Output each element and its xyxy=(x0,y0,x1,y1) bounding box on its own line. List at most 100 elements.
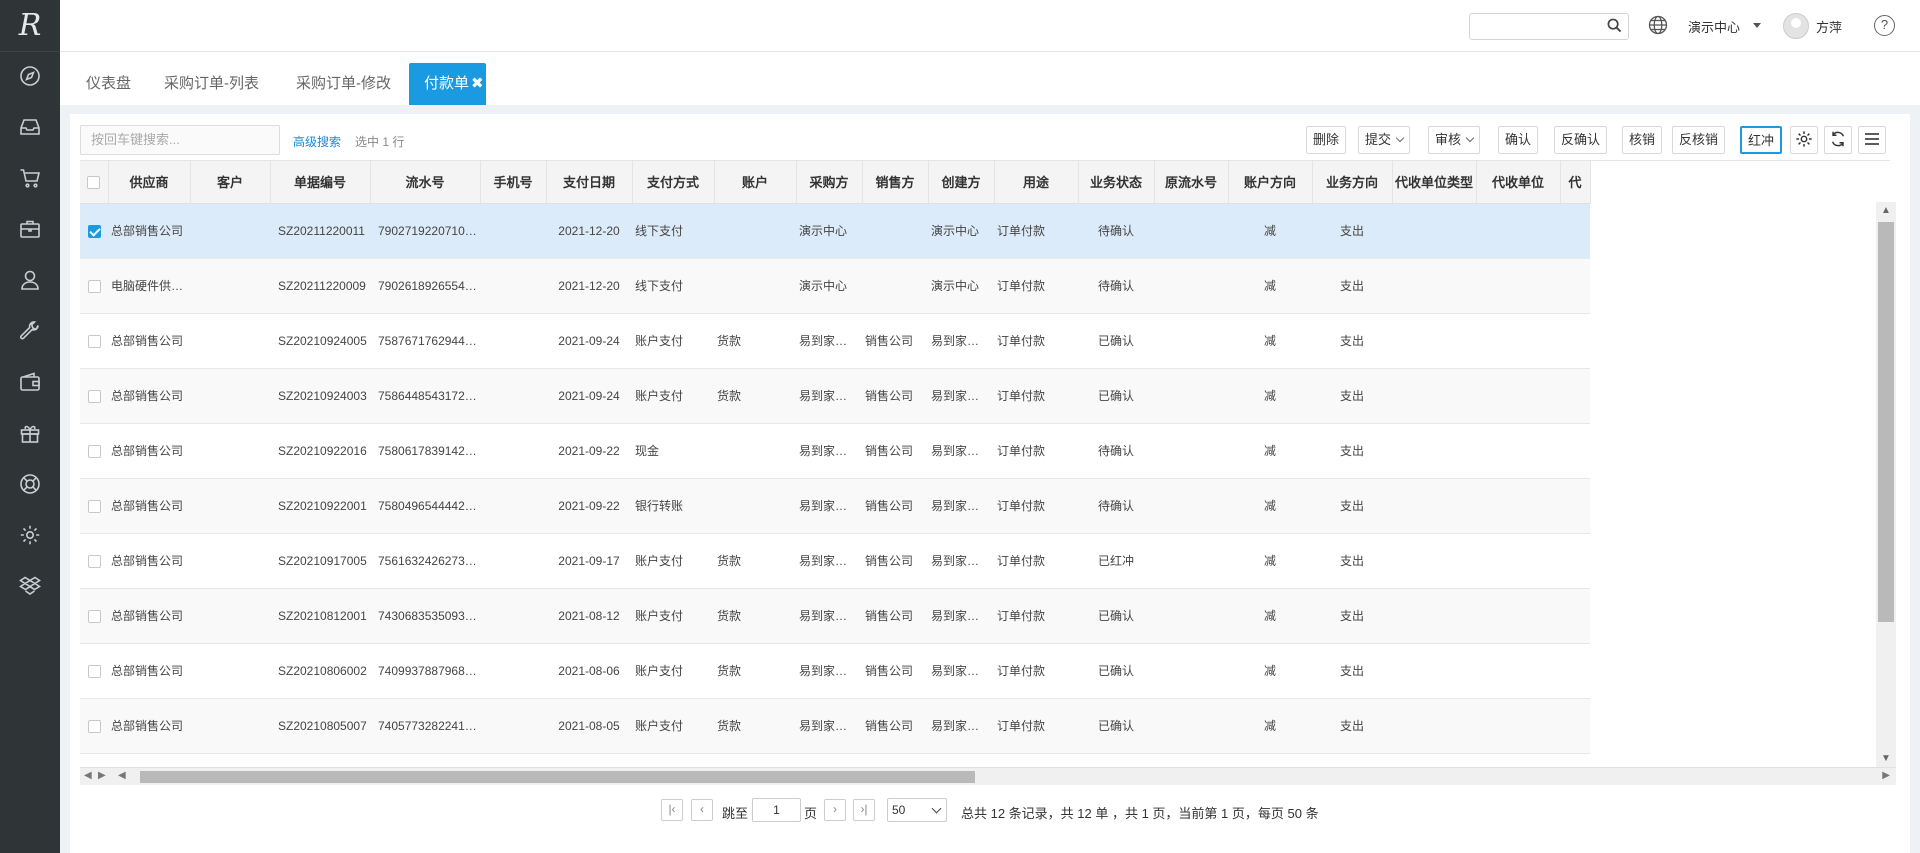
scroll-left-icon[interactable]: ◀ xyxy=(118,770,126,781)
tab-purchase-order-edit[interactable]: 采购订单-修改 xyxy=(284,63,403,105)
first-page-button[interactable]: |‹ xyxy=(661,799,683,821)
row-checkbox-cell[interactable] xyxy=(80,533,108,589)
help-icon[interactable]: ? xyxy=(1874,15,1895,36)
next-page-button[interactable]: › xyxy=(824,799,846,821)
row-checkbox-cell[interactable] xyxy=(80,423,108,479)
column-header[interactable]: 客户 xyxy=(190,161,271,204)
column-header[interactable]: 业务状态 xyxy=(1078,161,1155,204)
column-header[interactable]: 采购方 xyxy=(796,161,863,204)
row-checkbox-cell[interactable] xyxy=(80,313,108,369)
org-switcher[interactable]: 演示中心 xyxy=(1688,17,1740,36)
sidebar-item-gift[interactable] xyxy=(0,409,60,460)
last-page-button[interactable]: ›| xyxy=(853,799,875,821)
refresh-button[interactable] xyxy=(1824,126,1852,154)
vertical-scrollbar[interactable]: ▲ ▼ xyxy=(1876,202,1896,767)
column-header[interactable]: 流水号 xyxy=(370,161,481,204)
column-header[interactable]: 供应商 xyxy=(108,161,191,204)
row-checkbox[interactable] xyxy=(87,224,101,238)
sidebar-item-wrench[interactable] xyxy=(0,307,60,358)
row-checkbox[interactable] xyxy=(87,664,101,678)
row-checkbox[interactable] xyxy=(87,499,101,513)
submit-button[interactable]: 提交 xyxy=(1358,126,1411,154)
chevron-down-icon[interactable] xyxy=(1753,23,1761,28)
column-header[interactable]: 业务方向 xyxy=(1312,161,1393,204)
table-row[interactable]: 电脑硬件供应商 SZ20211220009790261892655484929 20… xyxy=(80,258,1590,314)
scroll-right-icon[interactable]: ▶ xyxy=(1882,770,1890,781)
sidebar-item-compass[interactable] xyxy=(0,52,60,103)
scroll-left-icon[interactable]: ◀ xyxy=(84,770,92,781)
sidebar-item-dropbox[interactable] xyxy=(0,562,60,613)
row-checkbox-cell[interactable] xyxy=(80,643,108,699)
column-header[interactable]: 支付日期 xyxy=(546,161,633,204)
sidebar-item-gear[interactable] xyxy=(0,511,60,562)
tab-purchase-order-list[interactable]: 采购订单-列表 xyxy=(152,63,271,105)
scroll-up-icon[interactable]: ▲ xyxy=(1881,205,1891,216)
column-header[interactable]: 账户方向 xyxy=(1228,161,1313,204)
user-name[interactable]: 方萍 xyxy=(1816,17,1842,36)
row-checkbox[interactable] xyxy=(87,389,101,403)
table-row[interactable]: 总部销售公司 SZ20210922001758049654444265473 202… xyxy=(80,478,1590,534)
close-icon[interactable]: ✖ xyxy=(471,75,484,92)
vertical-scroll-thumb[interactable] xyxy=(1878,222,1894,622)
language-globe-icon[interactable] xyxy=(1648,15,1668,38)
sidebar-item-lifebuoy[interactable] xyxy=(0,460,60,511)
row-checkbox[interactable] xyxy=(87,719,101,733)
column-header[interactable]: 支付方式 xyxy=(632,161,715,204)
sidebar-item-inbox[interactable] xyxy=(0,103,60,154)
row-checkbox[interactable] xyxy=(87,444,101,458)
global-search-input[interactable] xyxy=(1469,13,1629,40)
tab-payment[interactable]: 付款单 ✖ xyxy=(409,63,486,105)
avatar[interactable] xyxy=(1783,13,1809,39)
table-row[interactable]: 总部销售公司 SZ20210812001743068353509330945 202… xyxy=(80,588,1590,644)
column-header[interactable]: 代收单位类型 xyxy=(1392,161,1477,204)
table-row[interactable]: 总部销售公司 SZ20211220011790271922071015425 202… xyxy=(80,203,1590,259)
column-header[interactable]: 单据编号 xyxy=(270,161,371,204)
search-icon[interactable] xyxy=(1607,18,1622,36)
delete-button[interactable]: 删除 xyxy=(1306,126,1347,154)
row-checkbox-cell[interactable] xyxy=(80,368,108,424)
table-row[interactable]: 总部销售公司 SZ20210805007740577328224145409 202… xyxy=(80,698,1590,754)
row-checkbox-cell[interactable] xyxy=(80,258,108,314)
search-input[interactable]: 按回车键搜索... xyxy=(80,125,280,155)
scroll-right-icon[interactable]: ▶ xyxy=(98,770,106,781)
app-logo[interactable]: R xyxy=(0,0,60,52)
row-checkbox-cell[interactable] xyxy=(80,203,108,259)
table-row[interactable]: 总部销售公司 SZ20210922016758061783914254337 202… xyxy=(80,423,1590,479)
column-header[interactable]: 用途 xyxy=(994,161,1079,204)
page-number-input[interactable]: 1 xyxy=(752,798,801,822)
table-row[interactable]: 总部销售公司 SZ20210924003758644854317256705 202… xyxy=(80,368,1590,424)
tab-dashboard[interactable]: 仪表盘 xyxy=(74,63,143,105)
column-header[interactable]: 账户 xyxy=(714,161,797,204)
unconfirm-button[interactable]: 反确认 xyxy=(1554,126,1608,154)
select-all-checkbox[interactable] xyxy=(87,176,101,190)
sidebar-item-wallet[interactable] xyxy=(0,358,60,409)
column-header[interactable]: 原流水号 xyxy=(1154,161,1229,204)
row-checkbox[interactable] xyxy=(87,554,101,568)
column-header[interactable]: 销售方 xyxy=(862,161,929,204)
table-row[interactable]: 总部销售公司 SZ20210806002740993788796866561 202… xyxy=(80,643,1590,699)
table-row[interactable]: 总部销售公司 SZ20210924005758767176294469633 202… xyxy=(80,313,1590,369)
horizontal-scrollbar[interactable]: ◀ ▶ ◀ ▶ xyxy=(80,767,1896,785)
sidebar-item-briefcase[interactable] xyxy=(0,205,60,256)
redflush-button[interactable]: 红冲 xyxy=(1740,126,1783,154)
prev-page-button[interactable]: ‹ xyxy=(691,799,713,821)
unwriteoff-button[interactable]: 反核销 xyxy=(1672,126,1726,154)
audit-button[interactable]: 审核 xyxy=(1428,126,1481,154)
page-size-select[interactable]: 50 xyxy=(887,798,947,822)
sidebar-item-cart[interactable] xyxy=(0,154,60,205)
column-header[interactable]: 代 xyxy=(1560,161,1591,204)
horizontal-scroll-thumb[interactable] xyxy=(140,771,975,783)
select-all-checkbox-cell[interactable] xyxy=(80,161,109,204)
column-header[interactable]: 代收单位 xyxy=(1476,161,1561,204)
confirm-button[interactable]: 确认 xyxy=(1498,126,1539,154)
row-checkbox-cell[interactable] xyxy=(80,478,108,534)
scroll-down-icon[interactable]: ▼ xyxy=(1881,753,1891,764)
row-checkbox[interactable] xyxy=(87,334,101,348)
sidebar-item-user[interactable] xyxy=(0,256,60,307)
column-header[interactable]: 创建方 xyxy=(928,161,995,204)
row-checkbox-cell[interactable] xyxy=(80,588,108,644)
row-checkbox[interactable] xyxy=(87,279,101,293)
advanced-search-link[interactable]: 高级搜索 xyxy=(293,133,341,150)
row-checkbox-cell[interactable] xyxy=(80,698,108,754)
column-menu-button[interactable] xyxy=(1858,126,1886,154)
